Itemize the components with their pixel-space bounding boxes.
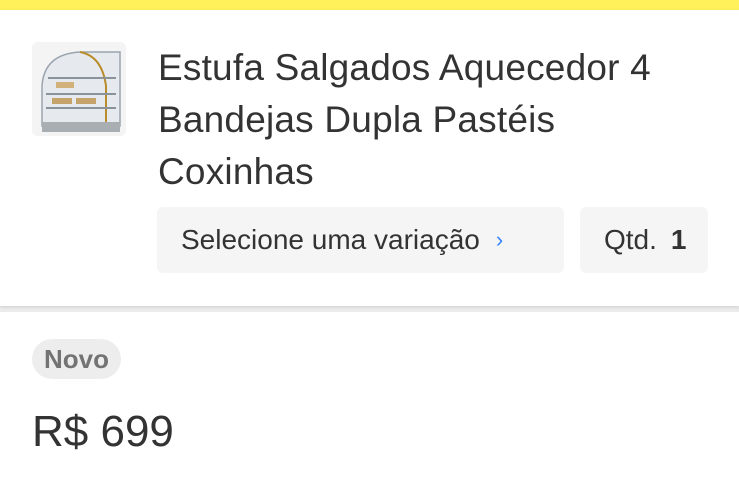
product-summary-card: Estufa Salgados Aquecedor 4 Bandejas Dup… [0,10,739,306]
product-thumbnail[interactable] [32,42,126,136]
quantity-selector[interactable]: Qtd. 1 [580,207,708,273]
product-title: Estufa Salgados Aquecedor 4 Bandejas Dup… [158,47,651,192]
select-variation-button[interactable]: Selecione uma variação › [157,207,564,273]
header-bar [0,0,739,10]
quantity-value: 1 [670,224,687,255]
chevron-right-icon: › [495,227,504,252]
condition-badge: Novo [32,339,121,379]
quantity-label: Qtd. [604,224,657,255]
product-image [32,42,126,136]
price-card: Novo R$ 699 [0,312,739,480]
variation-label: Selecione uma variação [181,224,480,255]
product-price: R$ 699 [32,407,174,456]
